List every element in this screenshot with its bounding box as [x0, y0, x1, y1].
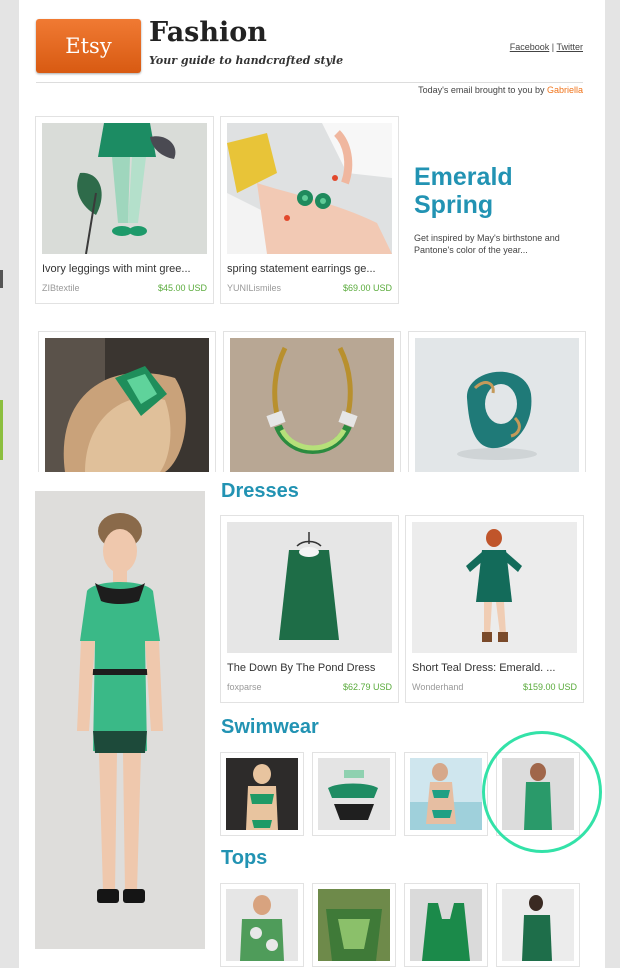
- highlight-circle: [482, 731, 602, 853]
- shop-name[interactable]: YUNILismiles: [227, 283, 281, 293]
- product-image-ring[interactable]: [45, 338, 209, 472]
- tops-card[interactable]: [404, 883, 488, 967]
- swimwear-card[interactable]: [404, 752, 488, 836]
- swimwear-image[interactable]: [410, 758, 482, 830]
- product-card[interactable]: Short Teal Dress: Emerald. ... Wonderhan…: [405, 515, 584, 703]
- swimwear-image[interactable]: [318, 758, 390, 830]
- product-card[interactable]: spring statement earrings ge... YUNILism…: [220, 116, 399, 304]
- shop-name[interactable]: ZIBtextile: [42, 283, 80, 293]
- hero-dress-image[interactable]: [35, 491, 205, 949]
- product-image-necklace[interactable]: [230, 338, 394, 472]
- section-heading-swimwear: Swimwear: [221, 716, 319, 738]
- product-title[interactable]: Short Teal Dress: Emerald. ...: [412, 662, 577, 674]
- curator-name[interactable]: Gabriella: [547, 85, 583, 95]
- product-card[interactable]: The Down By The Pond Dress foxparse $62.…: [220, 515, 399, 703]
- section-heading-tops: Tops: [221, 847, 268, 869]
- feature-title: Emerald Spring: [414, 163, 513, 219]
- tops-image[interactable]: [318, 889, 390, 961]
- product-image-teal-dress[interactable]: [412, 522, 577, 653]
- product-title[interactable]: Ivory leggings with mint gree...: [42, 263, 207, 275]
- social-links: Facebook | Twitter: [510, 42, 583, 52]
- etsy-logo[interactable]: Etsy: [36, 19, 141, 73]
- product-card[interactable]: [408, 331, 586, 472]
- swimwear-card[interactable]: [312, 752, 396, 836]
- feature-description: Get inspired by May's birthstone and Pan…: [414, 233, 560, 255]
- product-price: $159.00 USD: [522, 682, 577, 692]
- tops-image[interactable]: [410, 889, 482, 961]
- header-divider: [36, 82, 583, 83]
- product-price: $69.00 USD: [342, 283, 392, 293]
- product-price: $45.00 USD: [157, 283, 207, 293]
- twitter-link[interactable]: Twitter: [556, 42, 583, 52]
- brand-title: Fashion: [149, 17, 267, 48]
- shop-name[interactable]: Wonderhand: [412, 682, 463, 692]
- brought-by-text: Today's email brought to you by: [418, 85, 545, 95]
- shop-name[interactable]: foxparse: [227, 682, 262, 692]
- product-title[interactable]: spring statement earrings ge...: [227, 263, 392, 275]
- tops-card[interactable]: [496, 883, 580, 967]
- facebook-link[interactable]: Facebook: [510, 42, 550, 52]
- section-heading-dresses: Dresses: [221, 480, 299, 502]
- product-image-leggings[interactable]: [42, 123, 207, 254]
- tops-card[interactable]: [312, 883, 396, 967]
- product-image-earrings[interactable]: [227, 123, 392, 254]
- product-image-resin-ring[interactable]: [415, 338, 579, 472]
- product-card[interactable]: Ivory leggings with mint gree... ZIBtext…: [35, 116, 214, 304]
- product-title[interactable]: The Down By The Pond Dress: [227, 662, 392, 674]
- swimwear-card[interactable]: [220, 752, 304, 836]
- swimwear-image[interactable]: [226, 758, 298, 830]
- tops-image[interactable]: [502, 889, 574, 961]
- tops-image[interactable]: [226, 889, 298, 961]
- brand-tagline: Your guide to handcrafted style: [149, 54, 344, 67]
- social-separator: |: [551, 42, 555, 52]
- product-image-pond-dress[interactable]: [227, 522, 392, 653]
- product-price: $62.79 USD: [342, 682, 392, 692]
- product-card[interactable]: [223, 331, 401, 472]
- edge-fragment: [0, 400, 3, 460]
- tops-card[interactable]: [220, 883, 304, 967]
- edge-fragment: [0, 270, 3, 288]
- brought-by-line: Today's email brought to you by Gabriell…: [418, 85, 583, 95]
- product-card[interactable]: [38, 331, 216, 472]
